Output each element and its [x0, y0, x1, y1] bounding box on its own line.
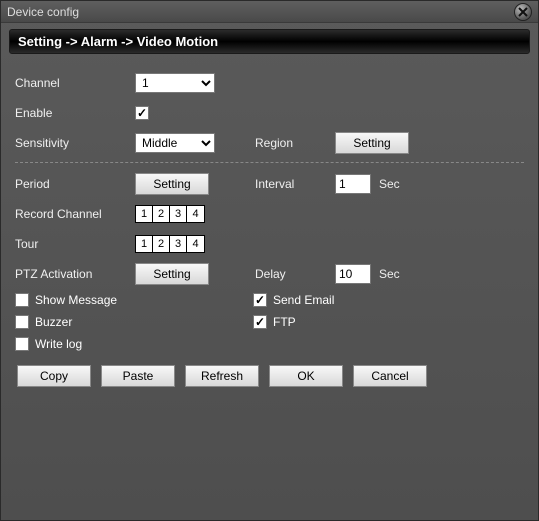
ptz-label: PTZ Activation — [15, 267, 135, 281]
send-email-label: Send Email — [273, 293, 334, 307]
enable-checkbox[interactable] — [135, 106, 149, 120]
region-label: Region — [255, 136, 335, 150]
delay-label: Delay — [255, 267, 335, 281]
record-channel-box-1[interactable]: 1 — [136, 206, 153, 222]
device-config-window: Device config Setting -> Alarm -> Video … — [0, 0, 539, 521]
delay-input[interactable] — [335, 264, 371, 284]
tour-label: Tour — [15, 237, 135, 251]
ok-button[interactable]: OK — [269, 365, 343, 387]
sensitivity-label: Sensitivity — [15, 136, 135, 150]
record-channel-box-4[interactable]: 4 — [187, 206, 204, 222]
form-area: Channel 1234 Enable Sensitivity LowestLo… — [9, 72, 530, 387]
tour-channel-box-2[interactable]: 2 — [153, 236, 170, 252]
ftp-checkbox[interactable] — [253, 315, 267, 329]
period-label: Period — [15, 177, 135, 191]
refresh-button[interactable]: Refresh — [185, 365, 259, 387]
buzzer-label: Buzzer — [35, 315, 72, 329]
button-bar: Copy Paste Refresh OK Cancel — [15, 365, 524, 387]
tour-channel-box-4[interactable]: 4 — [187, 236, 204, 252]
tour-channel-boxes: 1234 — [135, 235, 205, 253]
enable-label: Enable — [15, 106, 135, 120]
record-channel-boxes: 1234 — [135, 205, 205, 223]
close-icon[interactable] — [514, 3, 532, 21]
titlebar: Device config — [1, 1, 538, 23]
channel-label: Channel — [15, 76, 135, 90]
region-setting-button[interactable]: Setting — [335, 132, 409, 154]
ftp-label: FTP — [273, 315, 296, 329]
tour-channel-box-1[interactable]: 1 — [136, 236, 153, 252]
copy-button[interactable]: Copy — [17, 365, 91, 387]
record-channel-box-3[interactable]: 3 — [170, 206, 187, 222]
paste-button[interactable]: Paste — [101, 365, 175, 387]
delay-unit: Sec — [379, 267, 400, 281]
show-message-label: Show Message — [35, 293, 117, 307]
write-log-label: Write log — [35, 337, 82, 351]
send-email-checkbox[interactable] — [253, 293, 267, 307]
separator — [15, 162, 524, 163]
breadcrumb: Setting -> Alarm -> Video Motion — [9, 29, 530, 54]
period-setting-button[interactable]: Setting — [135, 173, 209, 195]
tour-channel-box-3[interactable]: 3 — [170, 236, 187, 252]
window-title: Device config — [7, 5, 79, 19]
content-area: Setting -> Alarm -> Video Motion Channel… — [1, 23, 538, 520]
write-log-checkbox[interactable] — [15, 337, 29, 351]
interval-label: Interval — [255, 177, 335, 191]
ptz-setting-button[interactable]: Setting — [135, 263, 209, 285]
show-message-checkbox[interactable] — [15, 293, 29, 307]
interval-unit: Sec — [379, 177, 400, 191]
record-channel-label: Record Channel — [15, 207, 135, 221]
channel-select[interactable]: 1234 — [135, 73, 215, 93]
sensitivity-select[interactable]: LowestLowMiddleHighHighest — [135, 133, 215, 153]
buzzer-checkbox[interactable] — [15, 315, 29, 329]
cancel-button[interactable]: Cancel — [353, 365, 427, 387]
interval-input[interactable] — [335, 174, 371, 194]
record-channel-box-2[interactable]: 2 — [153, 206, 170, 222]
